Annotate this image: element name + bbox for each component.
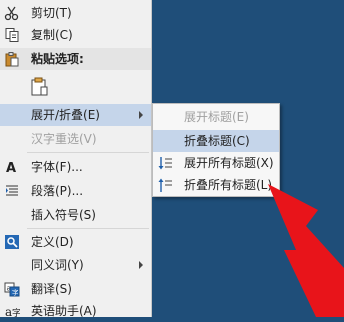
collapse-all-icon: [157, 177, 173, 193]
menu-header-paste-options: 粘贴选项:: [0, 48, 151, 70]
submenu-item-label: 展开标题(E): [184, 110, 249, 124]
menu-item-synonyms[interactable]: 同义词(Y): [0, 254, 151, 276]
submenu-item-label: 折叠所有标题(L): [184, 178, 273, 192]
menu-header-label: 粘贴选项:: [31, 52, 84, 66]
define-icon: [4, 234, 20, 250]
submenu-item-expand-heading: 展开标题(E): [153, 106, 279, 128]
menu-item-label: 段落(P)...: [31, 184, 84, 198]
menu-item-translate[interactable]: a字 翻译(S): [0, 278, 151, 300]
expand-all-icon: [157, 155, 173, 171]
menu-separator: [27, 152, 149, 153]
submenu-item-label: 展开所有标题(X): [184, 156, 274, 170]
expand-collapse-submenu: 展开标题(E) 折叠标题(C) 展开所有标题(X) 折叠所有标题(L): [152, 103, 280, 197]
menu-item-label: 英语助手(A): [31, 304, 97, 318]
menu-item-label: 展开/折叠(E): [31, 108, 100, 122]
menu-item-reselect-chinese: 汉字重选(V): [0, 128, 151, 150]
translate-icon: a字: [4, 281, 20, 297]
submenu-item-label: 折叠标题(C): [184, 134, 250, 148]
menu-item-font[interactable]: A 字体(F)...: [0, 156, 151, 178]
submenu-item-expand-all-headings[interactable]: 展开所有标题(X): [153, 152, 279, 174]
menu-item-copy[interactable]: 复制(C): [0, 24, 151, 46]
copy-icon: [4, 27, 20, 43]
chevron-right-icon: [139, 261, 143, 269]
paste-icon: [4, 51, 20, 67]
svg-text:字: 字: [12, 288, 19, 297]
menu-item-label: 翻译(S): [31, 282, 72, 296]
menu-item-label: 插入符号(S): [31, 208, 96, 222]
font-icon: A: [4, 159, 20, 176]
menu-item-expand-collapse[interactable]: 展开/折叠(E): [0, 104, 151, 126]
paste-keep-text-icon: [29, 76, 49, 96]
scissors-icon: [4, 5, 20, 21]
paragraph-icon: [4, 183, 20, 199]
menu-item-label: 同义词(Y): [31, 258, 84, 272]
menu-item-label: 字体(F)...: [31, 160, 83, 174]
menu-item-label: 复制(C): [31, 28, 73, 42]
menu-item-english-assistant[interactable]: a字 英语助手(A): [0, 300, 151, 322]
menu-item-define[interactable]: 定义(D): [0, 231, 151, 253]
menu-item-label: 定义(D): [31, 235, 74, 249]
svg-text:字: 字: [12, 307, 20, 319]
menu-item-label: 汉字重选(V): [31, 132, 97, 146]
menu-item-label: 剪切(T): [31, 6, 72, 20]
chevron-right-icon: [139, 111, 143, 119]
context-menu: 剪切(T) 复制(C) 粘贴选项: 展开/折叠(E) 汉字重选(V) A 字体(…: [0, 0, 152, 319]
menu-item-insert-symbol[interactable]: 插入符号(S): [0, 204, 151, 226]
paste-keep-text-button[interactable]: [27, 72, 53, 100]
menu-item-cut[interactable]: 剪切(T): [0, 2, 151, 24]
submenu-item-collapse-all-headings[interactable]: 折叠所有标题(L): [153, 174, 279, 196]
menu-item-paragraph[interactable]: 段落(P)...: [0, 180, 151, 202]
svg-text:A: A: [6, 161, 16, 175]
submenu-item-collapse-heading[interactable]: 折叠标题(C): [153, 130, 279, 152]
menu-separator: [27, 228, 149, 229]
